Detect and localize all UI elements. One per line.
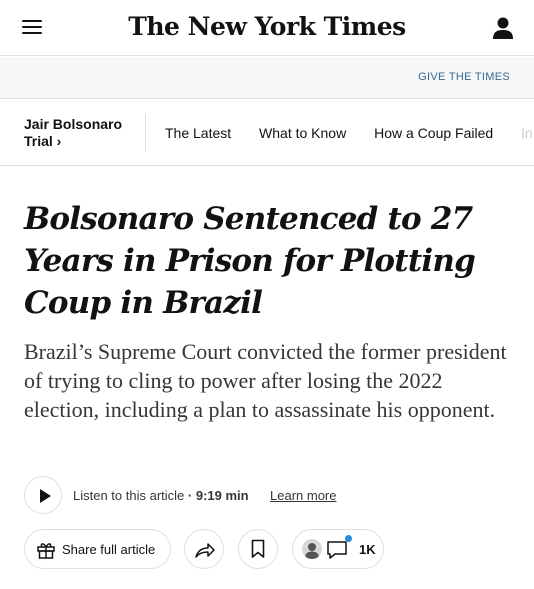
nav-divider bbox=[145, 114, 146, 152]
comments-button[interactable]: 1K bbox=[292, 529, 384, 569]
section-title-line1: Jair Bolsonaro bbox=[24, 116, 123, 132]
give-the-times-link[interactable]: GIVE THE TIMES bbox=[418, 71, 510, 83]
section-nav: Jair Bolsonaro Trial › The Latest What t… bbox=[0, 100, 534, 166]
nav-link-truncated[interactable]: In bbox=[521, 125, 533, 141]
gift-icon bbox=[37, 543, 55, 559]
play-icon bbox=[40, 489, 51, 503]
nyt-logo[interactable]: The New York Times bbox=[0, 12, 534, 41]
play-button[interactable] bbox=[24, 476, 62, 514]
masthead: The New York Times bbox=[0, 0, 534, 56]
notification-dot bbox=[345, 535, 352, 542]
nav-link-what-to-know[interactable]: What to Know bbox=[259, 125, 346, 141]
share-full-article-label: Share full article bbox=[62, 542, 156, 557]
audio-duration: · 9:19 min bbox=[187, 488, 249, 503]
nav-link-the-latest[interactable]: The Latest bbox=[165, 125, 231, 141]
save-button[interactable] bbox=[238, 529, 278, 569]
section-title-link[interactable]: Jair Bolsonaro Trial › bbox=[24, 116, 122, 150]
article-summary: Brazil’s Supreme Court convicted the for… bbox=[24, 339, 507, 422]
nav-link-how-a-coup-failed[interactable]: How a Coup Failed bbox=[374, 125, 493, 141]
comment-icon bbox=[327, 541, 347, 559]
user-icon[interactable] bbox=[492, 16, 514, 40]
comment-count: 1K bbox=[359, 542, 376, 557]
share-full-article-button[interactable]: Share full article bbox=[24, 529, 171, 569]
article-headline: Bolsonaro Sentenced to 27 Years in Priso… bbox=[24, 201, 476, 321]
avatar bbox=[302, 539, 322, 559]
learn-more-link[interactable]: Learn more bbox=[270, 488, 336, 503]
section-title-line2: Trial › bbox=[24, 133, 62, 149]
share-button[interactable] bbox=[184, 529, 224, 569]
audio-title: Listen to this article bbox=[73, 488, 185, 503]
audio-label: Listen to this article · 9:19 min bbox=[73, 488, 249, 503]
give-the-times-bar: GIVE THE TIMES bbox=[0, 57, 534, 99]
section-nav-links: The Latest What to Know How a Coup Faile… bbox=[165, 125, 534, 141]
share-arrow-icon bbox=[195, 543, 215, 558]
bookmark-icon bbox=[251, 539, 265, 558]
